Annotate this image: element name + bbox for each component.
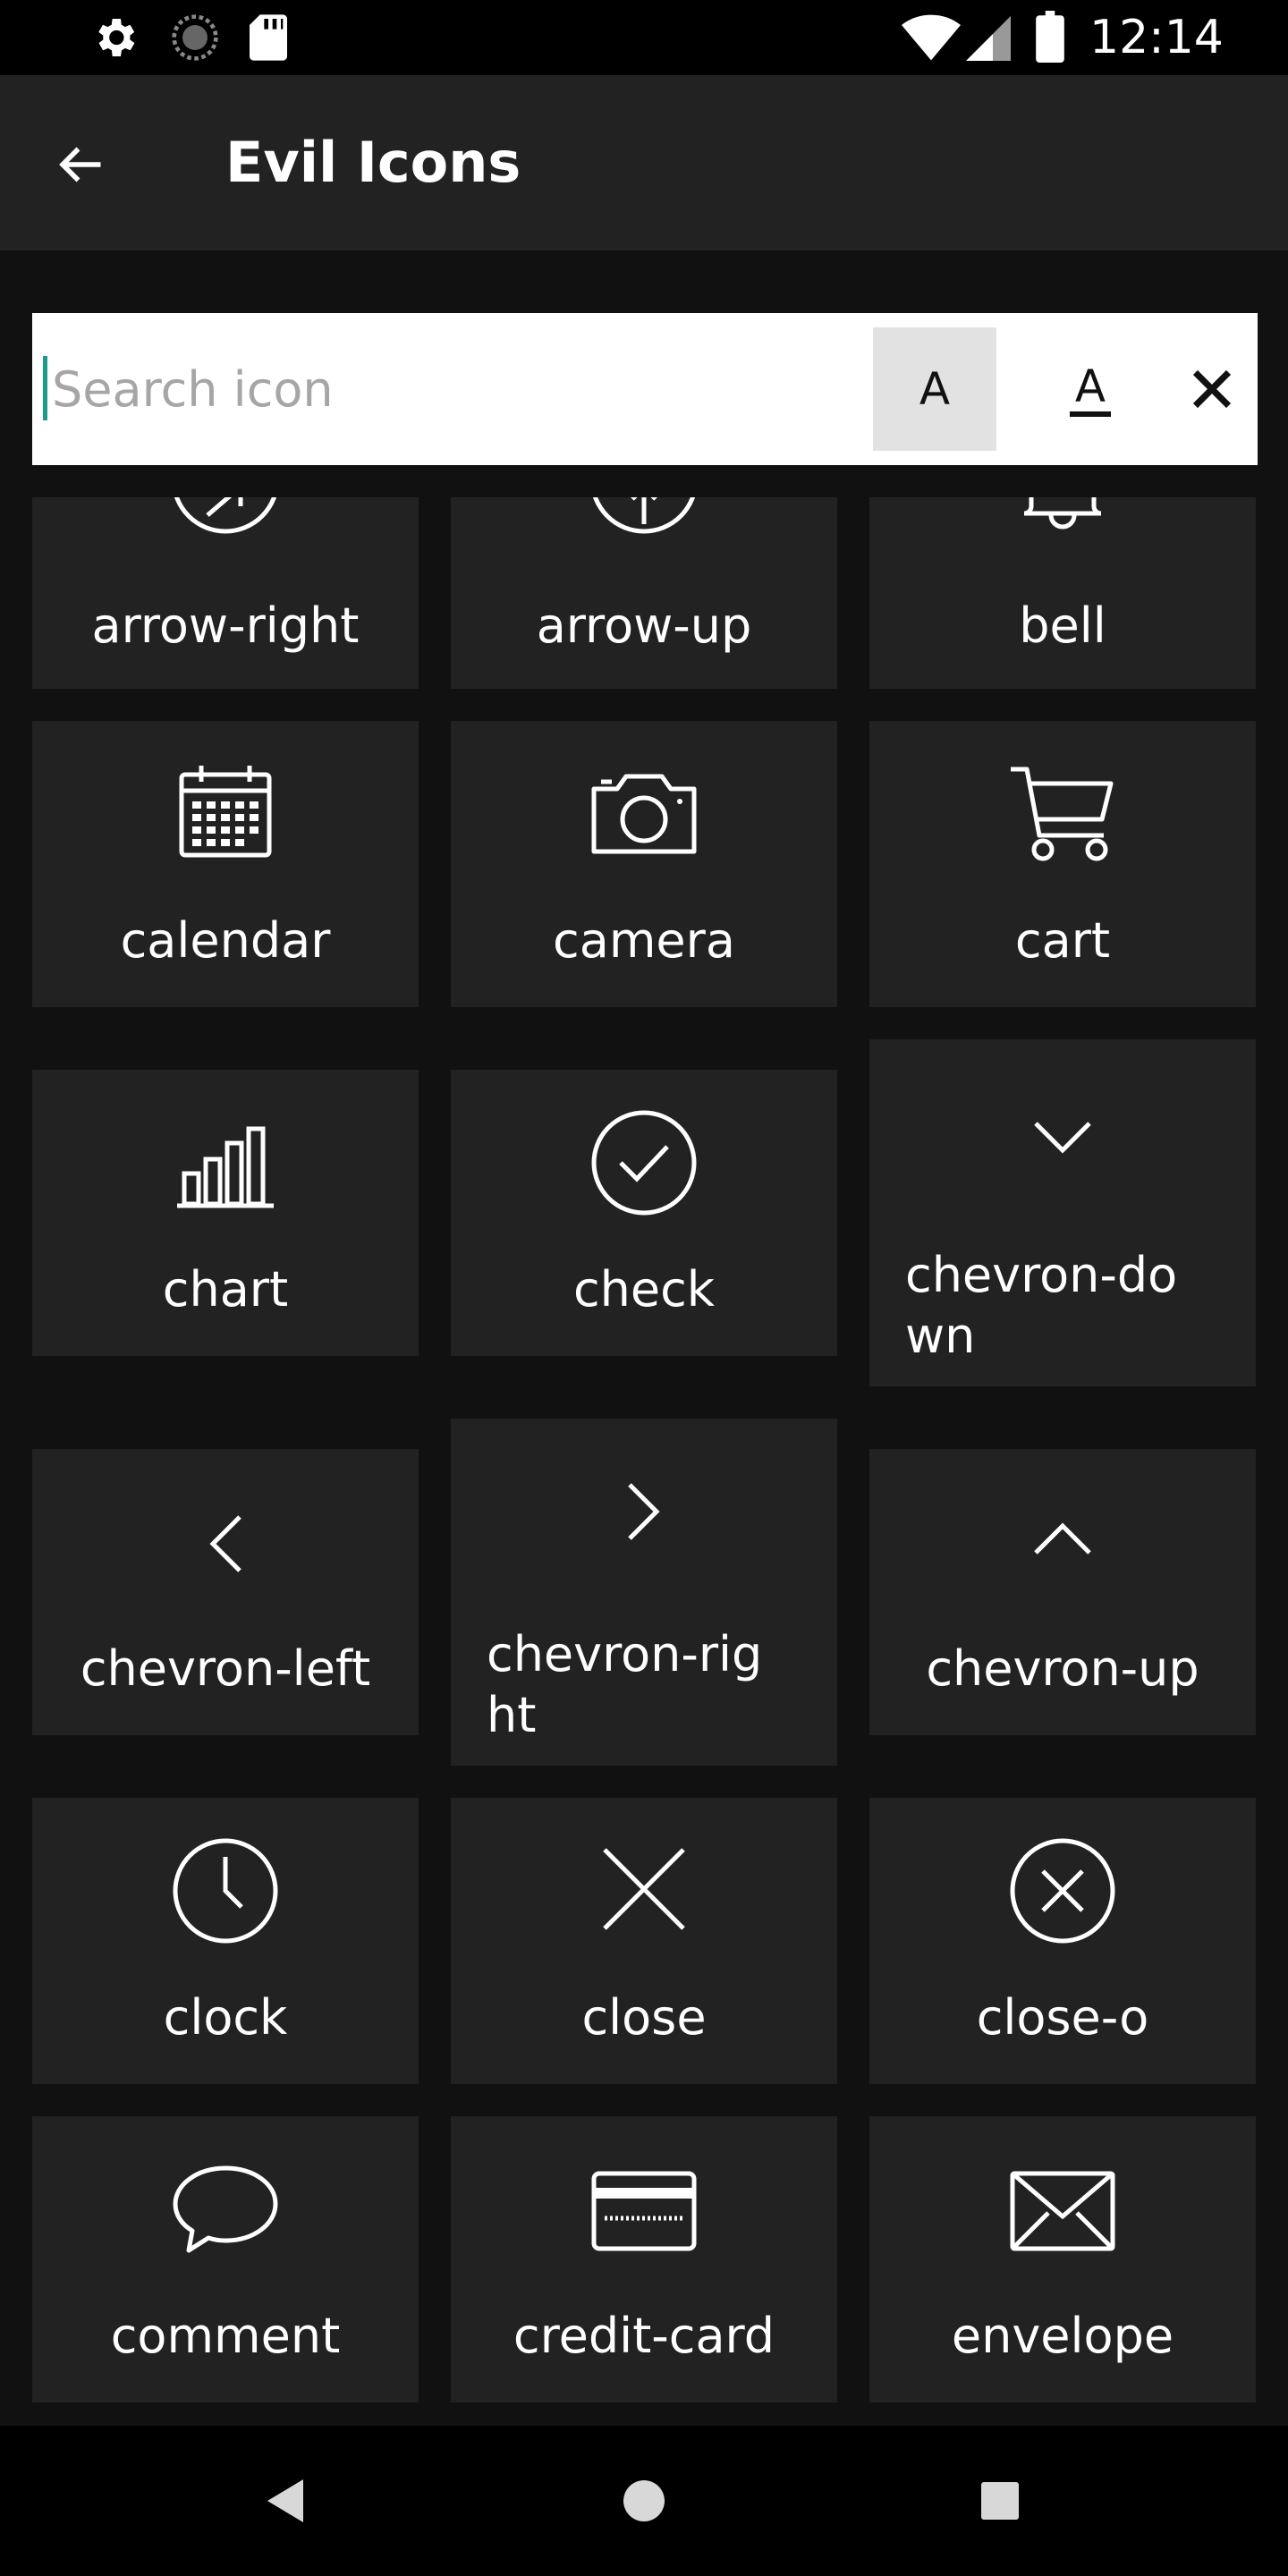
chevron-down-icon — [1034, 1122, 1091, 1154]
credit-card-icon — [591, 2171, 697, 2251]
case-sensitive-label: A — [919, 363, 951, 415]
icon-tile[interactable]: chart — [32, 1070, 419, 1356]
icon-tile[interactable]: arrow-right — [32, 497, 419, 689]
icon-label: calendar — [120, 912, 331, 969]
nav-recents-icon — [981, 2482, 1019, 2520]
battery-icon — [1036, 11, 1064, 66]
page-title: Evil Icons — [225, 130, 521, 195]
icon-tile[interactable]: chevron-do wn — [869, 1039, 1256, 1386]
icon-label: bell — [1019, 597, 1106, 654]
close-icon — [1192, 369, 1232, 409]
sd-card-icon — [247, 13, 290, 66]
icon-label: chevron-do wn — [905, 1247, 1178, 1364]
case-sensitive-toggle[interactable]: A — [873, 327, 996, 451]
envelope-icon — [1010, 2171, 1115, 2251]
nav-home-button[interactable] — [599, 2456, 689, 2546]
icon-label: clock — [163, 1989, 288, 2046]
wifi-icon — [902, 14, 961, 64]
icon-label: comment — [110, 2308, 341, 2364]
cart-icon — [1011, 767, 1114, 861]
comment-icon — [173, 2165, 278, 2253]
icon-label: credit-card — [513, 2308, 775, 2364]
icon-label: chevron-left — [80, 1640, 371, 1697]
app-bar: Evil Icons — [0, 75, 1288, 250]
cellular-icon — [966, 16, 1011, 64]
icon-label: chart — [162, 1261, 289, 1318]
arrow-left-icon — [59, 147, 101, 182]
icon-tile[interactable]: close — [451, 1798, 837, 2084]
icon-label: envelope — [951, 2308, 1174, 2364]
icon-label: chevron-rig ht — [487, 1626, 763, 1743]
icon-tile[interactable]: camera — [451, 721, 837, 1007]
chevron-up-icon — [1034, 1522, 1091, 1555]
close-icon — [603, 1848, 685, 1930]
icon-label: chevron-up — [926, 1640, 1199, 1697]
chevron-right-icon — [628, 1483, 660, 1540]
back-button[interactable] — [36, 120, 125, 209]
arrow-right-icon — [174, 497, 277, 534]
icon-label: arrow-up — [536, 597, 752, 654]
icon-tile[interactable]: envelope — [869, 2116, 1256, 2402]
icon-tile[interactable]: close-o — [869, 1798, 1256, 2084]
calendar-icon — [179, 766, 272, 858]
icon-label: close — [581, 1989, 707, 2046]
icon-tile[interactable]: calendar — [32, 721, 419, 1007]
arrow-up-icon — [592, 497, 696, 534]
whole-word-toggle[interactable]: A — [1029, 327, 1152, 451]
camera-icon — [591, 774, 697, 854]
icon-tile[interactable]: clock — [32, 1798, 419, 2084]
icon-tile[interactable]: credit-card — [451, 2116, 837, 2402]
icon-tile[interactable]: chevron-rig ht — [451, 1419, 837, 1766]
chart-icon — [177, 1126, 274, 1208]
icon-label: close-o — [976, 1989, 1149, 2046]
text-cursor — [43, 356, 47, 420]
search-input[interactable] — [43, 340, 875, 438]
icon-tile[interactable]: chevron-left — [32, 1449, 419, 1735]
sync-icon — [170, 13, 220, 66]
settings-icon — [89, 13, 140, 66]
close-o-icon — [1010, 1838, 1115, 1944]
nav-home-icon — [623, 2480, 665, 2521]
icon-tile[interactable]: comment — [32, 2116, 419, 2402]
nav-back-button[interactable] — [242, 2456, 331, 2546]
nav-recents-button[interactable] — [955, 2456, 1045, 2546]
nav-back-icon — [267, 2479, 303, 2522]
icon-tile[interactable]: chevron-up — [869, 1449, 1256, 1735]
icon-tile[interactable]: cart — [869, 721, 1256, 1007]
whole-word-label: A — [1069, 361, 1112, 417]
icon-tile[interactable]: bell — [869, 497, 1256, 689]
icon-label: arrow-right — [91, 597, 360, 654]
icon-grid: arrow-right arrow-up bell calendar camer… — [0, 497, 1288, 2426]
search-bar: A A — [32, 313, 1258, 465]
navigation-bar — [0, 2426, 1288, 2576]
check-icon — [591, 1110, 697, 1216]
icon-label: check — [572, 1261, 716, 1318]
status-bar: 12:14 — [0, 0, 1288, 75]
icon-tile[interactable]: arrow-up — [451, 497, 837, 689]
status-time: 12:14 — [1089, 11, 1224, 64]
clock-icon — [173, 1838, 278, 1944]
clear-search-button[interactable] — [1150, 327, 1274, 451]
icon-tile[interactable]: check — [451, 1070, 837, 1356]
icon-label: camera — [553, 912, 735, 969]
chevron-left-icon — [209, 1515, 242, 1572]
icon-label: cart — [1014, 912, 1111, 969]
bell-icon — [1023, 497, 1102, 530]
